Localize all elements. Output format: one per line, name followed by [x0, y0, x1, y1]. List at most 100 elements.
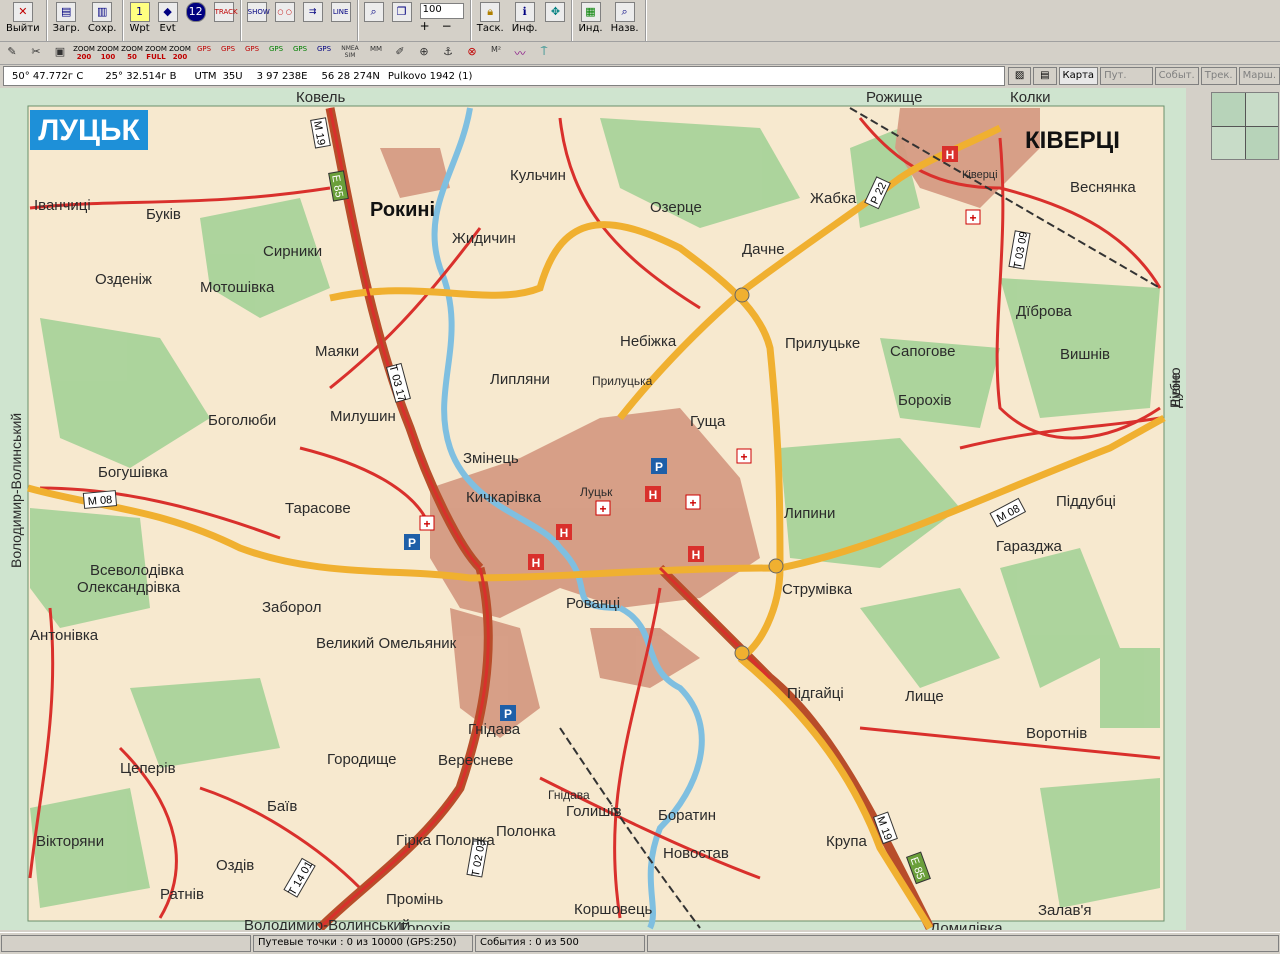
place-label: Всеволодівка	[90, 562, 185, 579]
disk-load-icon: ▤	[56, 2, 77, 22]
svg-text:P: P	[655, 460, 663, 474]
windows-button[interactable]: ❐	[388, 0, 416, 41]
waypoint-icon: 1	[129, 2, 150, 22]
load-button[interactable]: ▤ Загр.	[49, 0, 84, 41]
number-marker-button[interactable]: 12	[182, 0, 210, 41]
status-bar: Путевые точки : 0 из 10000 (GPS:250) Соб…	[0, 932, 1280, 954]
main-toolbar: ✕ Выйти ▤ Загр. ▥ Сохр. 1 Wpt ◆ Evt 12 T…	[0, 0, 1280, 42]
name-search-icon: ⌕	[614, 2, 635, 22]
place-label: Тарасове	[285, 500, 351, 517]
utm-label: UTM	[194, 70, 217, 82]
show-waypoints-button[interactable]: ○ ○	[271, 0, 299, 41]
crosshair-icon[interactable]: ⊕	[415, 45, 433, 61]
route-show-icon: ⇉	[302, 2, 323, 22]
tab-events[interactable]: Событ.	[1154, 67, 1199, 85]
place-label: Озерце	[650, 199, 702, 216]
zoom-200-button[interactable]: ZOOM 200	[72, 45, 96, 61]
nmea-sim-icon[interactable]: NMEA SIM	[339, 45, 361, 61]
number-marker-icon: 12	[185, 2, 206, 22]
line-button[interactable]: LINE	[327, 0, 355, 41]
tools-icon[interactable]: ✂	[27, 45, 45, 61]
secondary-toolbar: ✎ ✂ ▣ ZOOM 200 ZOOM 100 ZOOM 50 ZOOM FULL ZO…	[0, 42, 1280, 65]
place-label: Вересневе	[438, 752, 513, 769]
place-label: Струмівка	[782, 581, 853, 598]
pen-icon[interactable]: ✐	[391, 45, 409, 61]
label-rokyni: Рокині	[370, 199, 435, 221]
gps-upload-icon[interactable]: GPS	[195, 45, 213, 61]
waypoint-button[interactable]: 1 Wpt	[125, 0, 153, 41]
place-label: Воротнів	[1026, 725, 1087, 742]
zoom-select[interactable]: 100 +−	[416, 0, 468, 41]
save-map-icon[interactable]: ▤	[1033, 67, 1057, 85]
place-label: Богушівка	[98, 464, 168, 481]
ind-button[interactable]: ▦ Инд.	[574, 0, 606, 41]
tab-routes[interactable]: Марш.	[1238, 67, 1280, 85]
zoom-full-button[interactable]: ZOOM FULL	[144, 45, 168, 61]
gps-transfer-icon[interactable]: GPS	[315, 45, 333, 61]
place-label: Жабка	[810, 190, 857, 207]
save-button[interactable]: ▥ Сохр.	[84, 0, 121, 41]
zoom-tool-button[interactable]: ⌕	[360, 0, 388, 41]
map-view[interactable]: М 19 Е 85 Т 03 17 М 08 М 08 Т 03 09 Р 22…	[0, 88, 1186, 930]
zoom-100-button[interactable]: ZOOM 100	[96, 45, 120, 61]
map-canvas[interactable]: М 19 Е 85 Т 03 17 М 08 М 08 Т 03 09 Р 22…	[0, 88, 1186, 930]
place-label: Піддубці	[1056, 493, 1116, 510]
tab-waypoints[interactable]: Пут. точ.	[1100, 67, 1153, 97]
svg-text:+: +	[740, 450, 747, 464]
scale-icon[interactable]: M²	[487, 45, 505, 61]
svg-text:P: P	[408, 536, 416, 550]
exit-button[interactable]: ✕ Выйти	[2, 0, 44, 41]
utm-zone: 35U	[222, 70, 243, 82]
anchor-icon[interactable]: ⚓	[439, 45, 457, 61]
place-label: Горохів	[400, 920, 451, 930]
line-icon: LINE	[330, 2, 351, 22]
gps-route-icon[interactable]: GPS	[267, 45, 285, 61]
disk-save-icon: ▥	[92, 2, 113, 22]
gps-sync-icon[interactable]: GPS	[243, 45, 261, 61]
svg-text:+: +	[969, 211, 976, 225]
place-label: Голишів	[566, 803, 622, 820]
zoom-select-box[interactable]: 100	[419, 3, 464, 19]
stop-icon[interactable]: ⊗	[463, 45, 481, 61]
place-label: Коршовець	[574, 901, 653, 918]
gps-download-icon[interactable]: GPS	[219, 45, 237, 61]
event-button[interactable]: ◆ Evt	[154, 0, 182, 41]
map-image-icon[interactable]: ▨	[1008, 67, 1032, 85]
place-label: Новостав	[663, 845, 729, 862]
place-label: Володимир-Волинський	[244, 917, 410, 930]
place-label: Небіжка	[620, 333, 677, 350]
show-track-button[interactable]: SHOW	[243, 0, 271, 41]
profile-chart-icon[interactable]: 〰	[511, 45, 529, 61]
tab-tracks[interactable]: Трек.	[1200, 67, 1237, 85]
grid-icon[interactable]: ▣	[51, 45, 69, 61]
gps-track-icon[interactable]: GPS	[291, 45, 309, 61]
wrench-icon[interactable]: ✎	[3, 45, 21, 61]
zoom-50-button[interactable]: ZOOM 50	[120, 45, 144, 61]
zoom-plus-minus[interactable]: +−	[420, 19, 464, 33]
coordinate-bar: 50° 47.772г С 25° 32.514г В UTM 35U 3 97…	[3, 66, 1005, 86]
place-label: Кичкарівка	[466, 489, 542, 506]
pan-button[interactable]: ✥	[541, 0, 569, 41]
place-label: Лище	[905, 688, 944, 705]
place-label: Залав'я	[1038, 902, 1091, 919]
place-label: Жидичин	[452, 230, 516, 247]
overview-map[interactable]	[1211, 92, 1279, 160]
place-label: Маяки	[315, 343, 359, 360]
place-label-rivne: Дубно	[1167, 367, 1183, 408]
place-label: Борохів	[898, 392, 952, 409]
mm-icon[interactable]: MM	[367, 45, 385, 61]
name-button[interactable]: ⌕ Назв.	[607, 0, 643, 41]
place-label: Буків	[146, 206, 181, 223]
place-label: Дїброва	[1016, 303, 1072, 320]
longitude: 25° 32.514г В	[105, 70, 177, 82]
track-button[interactable]: TRACK	[210, 0, 238, 41]
junction-icon	[768, 558, 784, 574]
svg-text:H: H	[560, 526, 569, 540]
junction-icon	[734, 287, 750, 303]
antenna-icon[interactable]: ⍑	[535, 45, 553, 61]
tab-map[interactable]: Карта	[1058, 67, 1099, 85]
task-button[interactable]: 🔒︎ Таск.	[473, 0, 508, 41]
show-routes-button[interactable]: ⇉	[299, 0, 327, 41]
info-button[interactable]: ℹ Инф.	[508, 0, 542, 41]
zoom-200b-button[interactable]: ZOOM 200	[168, 45, 192, 61]
